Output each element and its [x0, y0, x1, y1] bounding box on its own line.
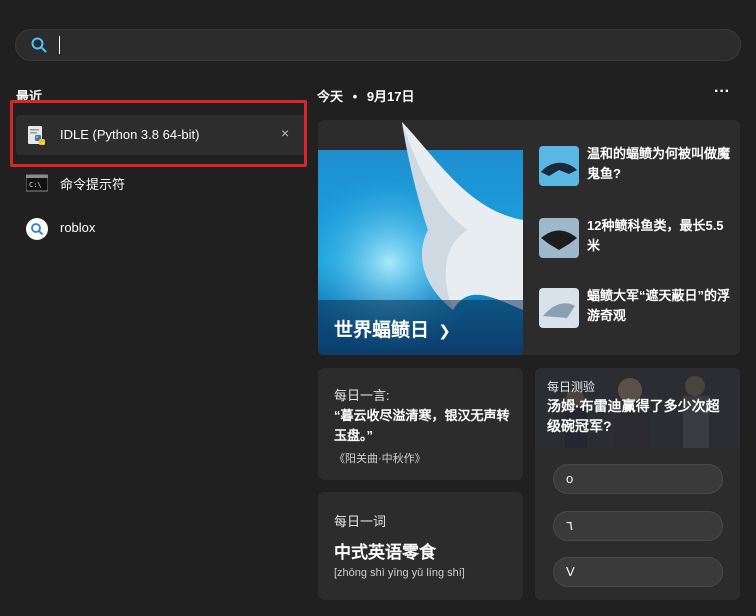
search-icon [31, 37, 47, 53]
hero-news-card[interactable]: 世界蝠鲼日 ❯ 温和的蝠鲼为何被叫做魔鬼鱼? 12种鲼科鱼类，最长5.5米 蝠鲼… [318, 120, 740, 355]
quiz-question: 汤姆·布雷迪赢得了多少次超级碗冠军? [547, 398, 720, 434]
news-title: 蝠鲼大军“遮天蔽日”的浮游奇观 [587, 288, 731, 323]
news-list: 温和的蝠鲼为何被叫做魔鬼鱼? 12种鲼科鱼类，最长5.5米 蝠鲼大军“遮天蔽日”… [523, 120, 740, 355]
quote-text: “暮云收尽溢清寒，银汉无声转玉盘。” [334, 408, 510, 443]
quiz-option[interactable]: o [553, 464, 723, 494]
news-item[interactable]: 12种鲼科鱼类，最长5.5米 [523, 212, 740, 272]
news-thumbnail [539, 146, 579, 186]
quiz-label: 每日测验 [547, 380, 596, 394]
hero-title: 世界蝠鲼日 ❯ [334, 315, 451, 342]
today-date: 9月17日 [366, 89, 415, 104]
search-icon [26, 218, 48, 240]
hero-title-text: 世界蝠鲼日 [334, 320, 430, 341]
recent-item-command-prompt[interactable]: C:\ 命令提示符 [16, 162, 306, 202]
separator-dot: • [352, 89, 358, 104]
search-bar[interactable] [15, 29, 741, 61]
today-label: 今天 [317, 89, 344, 104]
daily-quote-card[interactable]: 每日一言: “暮云收尽溢清寒，银汉无声转玉盘。” 《阳关曲·中秋作》 [318, 368, 523, 480]
more-options-button[interactable]: ··· [714, 83, 730, 101]
word-label: 每日一词 [334, 514, 387, 529]
recent-item-roblox[interactable]: roblox [16, 208, 306, 248]
search-input[interactable] [66, 34, 730, 58]
news-item[interactable]: 蝠鲼大军“遮天蔽日”的浮游奇观 [523, 280, 740, 340]
news-item[interactable]: 温和的蝠鲼为何被叫做魔鬼鱼? [523, 136, 740, 196]
svg-text:C:\: C:\ [29, 181, 42, 189]
command-prompt-icon: C:\ [26, 174, 48, 192]
daily-word-card[interactable]: 每日一词 中式英语零食 [zhōng shì yīng yǔ líng shí] [318, 492, 523, 600]
selection-highlight-box [10, 100, 307, 167]
quiz-option[interactable]: ٦ [553, 511, 723, 541]
word-term: 中式英语零食 [334, 543, 436, 562]
word-pinyin: [zhōng shì yīng yǔ líng shí] [334, 567, 465, 579]
recent-item-label: 命令提示符 [60, 177, 126, 192]
quote-source: 《阳关曲·中秋作》 [334, 453, 426, 465]
recent-item-label: roblox [60, 220, 96, 235]
news-title: 12种鲼科鱼类，最长5.5米 [587, 218, 724, 253]
news-thumbnail [539, 218, 579, 258]
chevron-right-icon: ❯ [438, 323, 451, 340]
quote-label: 每日一言: [334, 388, 390, 403]
news-title: 温和的蝠鲼为何被叫做魔鬼鱼? [587, 146, 731, 181]
quiz-option[interactable]: V [553, 557, 723, 587]
news-thumbnail [539, 288, 579, 328]
text-caret [59, 36, 60, 54]
today-header: 今天 • 9月17日 [317, 86, 415, 105]
